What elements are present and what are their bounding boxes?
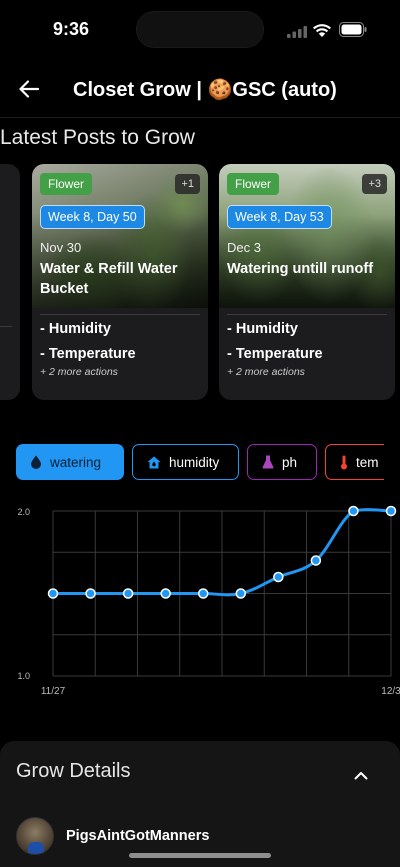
flask-icon	[262, 455, 274, 469]
thermometer-icon	[340, 455, 348, 470]
post-action: - Humidity	[227, 321, 298, 337]
stage-badge: Flower	[227, 173, 280, 195]
chip-label: ph	[282, 454, 298, 470]
battery-icon	[339, 22, 367, 37]
week-day-badge: Week 8, Day 53	[227, 205, 332, 229]
chip-ph[interactable]: ph	[247, 444, 317, 480]
photo-count-badge: +1	[175, 174, 200, 194]
wifi-icon	[313, 24, 331, 37]
x-tick-label: 12/3	[381, 686, 400, 697]
data-point	[385, 505, 397, 517]
home-indicator	[129, 853, 271, 858]
post-action: - Humidity	[40, 321, 111, 337]
chevron-up-icon	[354, 771, 368, 779]
post-action: - Temperature	[40, 346, 136, 362]
grower-row[interactable]: PigsAintGotManners	[16, 816, 209, 856]
data-point	[47, 588, 59, 599]
more-actions-label: + 2 more actions	[40, 366, 118, 378]
home-humidity-icon	[147, 456, 161, 469]
data-point	[235, 588, 247, 599]
post-card-previous[interactable]	[0, 164, 20, 400]
post-title: Watering untill runoff	[227, 261, 374, 277]
app-header: Closet Grow | 🍪GSC (auto)	[0, 62, 400, 118]
more-actions-label: + 2 more actions	[227, 366, 305, 378]
post-card[interactable]: Flower +3 Week 8, Day 53 Dec 3 Watering …	[219, 164, 395, 400]
stage-badge: Flower	[40, 173, 93, 195]
grow-details-panel: Grow Details PigsAintGotManners	[0, 741, 400, 867]
data-point	[348, 505, 359, 517]
back-button[interactable]	[14, 74, 44, 104]
post-date: Dec 3	[227, 240, 261, 255]
post-title: Water & Refill Water Bucket	[40, 261, 178, 297]
latest-posts-title: Latest Posts to Grow	[0, 126, 195, 149]
divider	[40, 314, 200, 315]
post-action: - Temperature	[227, 346, 323, 362]
photo-count-badge: +3	[362, 174, 387, 194]
data-point	[122, 588, 134, 599]
grow-details-title: Grow Details	[16, 760, 131, 782]
chip-temperature[interactable]: tem	[325, 444, 384, 480]
chip-watering[interactable]: watering	[16, 444, 124, 480]
status-bar: 9:36	[0, 0, 400, 60]
data-point	[273, 571, 284, 583]
status-time: 9:36	[53, 19, 90, 39]
data-point	[160, 588, 171, 599]
page-title: Closet Grow | 🍪GSC (auto)	[73, 79, 337, 101]
y-tick-label: 2.0	[17, 507, 30, 517]
week-day-badge: Week 8, Day 50	[40, 205, 145, 229]
chip-humidity[interactable]: humidity	[132, 444, 239, 480]
chip-label: humidity	[169, 454, 220, 470]
water-drop-icon	[30, 455, 42, 469]
chip-label: tem	[356, 454, 379, 470]
watering-line-chart: 2.0 1.0 11/27 12/3	[17, 505, 400, 697]
signal-icon	[287, 26, 307, 38]
collapse-button[interactable]	[346, 760, 376, 790]
post-card[interactable]: Flower +1 Week 8, Day 50 Nov 30 Water & …	[32, 164, 208, 400]
post-date: Nov 30	[40, 240, 82, 255]
x-tick-label: 11/27	[41, 686, 66, 697]
username: PigsAintGotManners	[66, 828, 210, 844]
y-tick-label: 1.0	[17, 671, 30, 681]
chip-label: watering	[50, 454, 102, 470]
data-point	[85, 588, 96, 599]
header-divider	[0, 117, 400, 118]
data-point	[197, 588, 209, 599]
divider	[227, 314, 387, 315]
metric-chip-row: watering humidity ph tem	[16, 444, 384, 480]
arrow-left-icon	[19, 80, 39, 98]
data-point	[310, 555, 322, 566]
avatar	[16, 817, 54, 855]
dynamic-island	[136, 11, 264, 48]
